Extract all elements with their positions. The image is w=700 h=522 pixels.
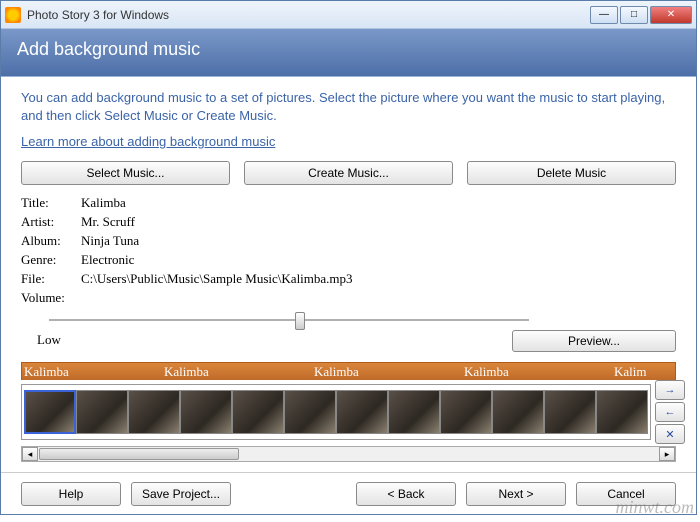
thumbnail[interactable] xyxy=(232,390,284,434)
thumbnail[interactable] xyxy=(24,390,76,434)
meta-genre: Electronic xyxy=(81,252,134,268)
next-button[interactable]: Next > xyxy=(466,482,566,506)
thumbnail[interactable] xyxy=(128,390,180,434)
save-project-button[interactable]: Save Project... xyxy=(131,482,231,506)
page-header: Add background music xyxy=(1,29,696,77)
thumbnail[interactable] xyxy=(180,390,232,434)
meta-genre-label: Genre: xyxy=(21,252,81,268)
track-segment: Kalimba xyxy=(22,364,162,380)
remove-button[interactable]: ✕ xyxy=(655,424,685,444)
slider-track-line xyxy=(49,319,529,321)
thumbnail[interactable] xyxy=(492,390,544,434)
meta-volume-label: Volume: xyxy=(21,290,81,306)
meta-album-label: Album: xyxy=(21,233,81,249)
thumbnail[interactable] xyxy=(388,390,440,434)
meta-album: Ninja Tuna xyxy=(81,233,139,249)
scroll-right-button[interactable]: ▸ xyxy=(659,447,675,461)
move-right-button[interactable]: → xyxy=(655,380,685,400)
thumbnail[interactable] xyxy=(544,390,596,434)
learn-more-link[interactable]: Learn more about adding background music xyxy=(21,134,275,149)
move-left-button[interactable]: ← xyxy=(655,402,685,422)
meta-file: C:\Users\Public\Music\Sample Music\Kalim… xyxy=(81,271,353,287)
meta-artist-label: Artist: xyxy=(21,214,81,230)
thumbnail-strip xyxy=(21,384,651,440)
minimize-button[interactable]: — xyxy=(590,6,618,24)
app-icon xyxy=(5,7,21,23)
thumbnail[interactable] xyxy=(440,390,492,434)
select-music-button[interactable]: Select Music... xyxy=(21,161,230,185)
thumbnail[interactable] xyxy=(284,390,336,434)
meta-artist: Mr. Scruff xyxy=(81,214,135,230)
maximize-button[interactable]: □ xyxy=(620,6,648,24)
delete-music-button[interactable]: Delete Music xyxy=(467,161,676,185)
meta-file-label: File: xyxy=(21,271,81,287)
back-button[interactable]: < Back xyxy=(356,482,456,506)
create-music-button[interactable]: Create Music... xyxy=(244,161,453,185)
intro-text: You can add background music to a set of… xyxy=(21,89,676,124)
scroll-left-button[interactable]: ◂ xyxy=(22,447,38,461)
titlebar: Photo Story 3 for Windows — □ ✕ xyxy=(1,1,696,29)
music-track-bar: KalimbaKalimbaKalimbaKalimbaKalim xyxy=(21,362,676,380)
slider-thumb[interactable] xyxy=(295,312,305,330)
track-segment: Kalim xyxy=(612,364,672,380)
track-segment: Kalimba xyxy=(162,364,312,380)
track-segment: Kalimba xyxy=(312,364,462,380)
thumbnail[interactable] xyxy=(76,390,128,434)
meta-title: Kalimba xyxy=(81,195,126,211)
track-segment: Kalimba xyxy=(462,364,612,380)
thumbnail[interactable] xyxy=(596,390,648,434)
scroll-thumb[interactable] xyxy=(39,448,239,460)
slider-low-label: Low xyxy=(37,332,61,348)
horizontal-scrollbar[interactable]: ◂ ▸ xyxy=(21,446,676,462)
thumbnail[interactable] xyxy=(336,390,388,434)
help-button[interactable]: Help xyxy=(21,482,121,506)
meta-title-label: Title: xyxy=(21,195,81,211)
page-title: Add background music xyxy=(17,39,200,59)
close-button[interactable]: ✕ xyxy=(650,6,692,24)
window-title: Photo Story 3 for Windows xyxy=(27,8,590,22)
volume-slider[interactable] xyxy=(49,312,529,328)
music-metadata: Title:Kalimba Artist:Mr. Scruff Album:Ni… xyxy=(21,195,676,306)
preview-button[interactable]: Preview... xyxy=(512,330,676,352)
cancel-button[interactable]: Cancel xyxy=(576,482,676,506)
wizard-footer: Help Save Project... < Back Next > Cance… xyxy=(1,472,696,514)
